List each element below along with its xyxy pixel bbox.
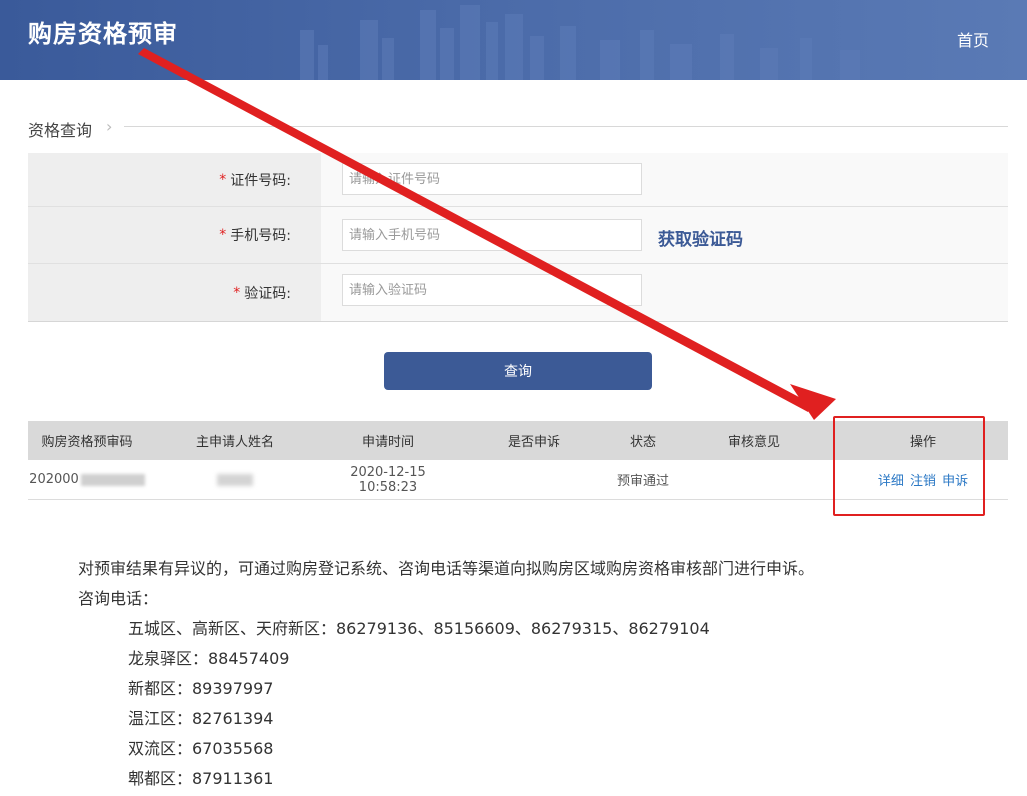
redacted-name xyxy=(217,473,253,486)
cell-name xyxy=(146,460,324,500)
phone-line: 双流区：67035568 xyxy=(128,739,274,758)
col-header-code: 购房资格预审码 xyxy=(28,421,146,460)
phone-line: 五城区、高新区、天府新区：86279136、85156609、86279315、… xyxy=(128,619,710,638)
phone-input[interactable] xyxy=(342,219,642,251)
form-row-code: * 验证码: xyxy=(28,263,1008,321)
section-title: 资格查询 xyxy=(28,121,93,140)
cell-code: 202000 xyxy=(28,460,146,500)
id-number-label-text: 证件号码: xyxy=(230,172,291,189)
col-header-status: 状态 xyxy=(616,421,670,460)
query-form: * 证件号码: * 手机号码: 获取验证码 * 验证码: xyxy=(28,153,1008,322)
cell-time: 2020-12-15 10:58:23 xyxy=(324,460,452,500)
phone-line: 温江区：82761394 xyxy=(128,709,274,728)
phone-line: 新都区：89397997 xyxy=(128,679,274,698)
cell-appeal xyxy=(452,460,616,500)
verification-code-cell xyxy=(321,264,1008,321)
required-mark: * xyxy=(219,171,227,188)
col-header-name: 主申请人姓名 xyxy=(146,421,324,460)
id-number-label: * 证件号码: xyxy=(28,153,321,206)
verification-code-label: * 验证码: xyxy=(28,264,321,321)
col-header-opinion: 审核意见 xyxy=(670,421,838,460)
phone-label: * 手机号码: xyxy=(28,207,321,263)
get-verification-code-button[interactable]: 获取验证码 xyxy=(658,225,743,250)
annotation-highlight-box xyxy=(833,416,985,516)
form-row-id: * 证件号码: xyxy=(28,153,1008,206)
code-prefix: 202000 xyxy=(29,472,79,487)
col-header-time: 申请时间 xyxy=(324,421,452,460)
id-number-input[interactable] xyxy=(342,163,642,195)
notice-block: 对预审结果有异议的，可通过购房登记系统、咨询电话等渠道向拟购房区域购房资格审核部… xyxy=(78,554,814,794)
section-divider xyxy=(124,126,1008,127)
verification-code-label-text: 验证码: xyxy=(244,285,291,302)
required-mark: * xyxy=(233,284,241,301)
chevron-right-icon: › xyxy=(106,117,113,136)
notice-phone-title: 咨询电话： xyxy=(78,589,159,608)
verification-code-input[interactable] xyxy=(342,274,642,306)
notice-intro: 对预审结果有异议的，可通过购房登记系统、咨询电话等渠道向拟购房区域购房资格审核部… xyxy=(78,559,815,578)
phone-line: 郫都区：87911361 xyxy=(128,769,274,788)
cell-status: 预审通过 xyxy=(616,460,670,500)
phone-cell: 获取验证码 xyxy=(321,207,1008,263)
id-number-cell xyxy=(321,153,1008,206)
col-header-appeal: 是否申诉 xyxy=(452,421,616,460)
home-link[interactable]: 首页 xyxy=(957,27,989,51)
section-header: 资格查询 › xyxy=(28,117,1008,140)
phone-label-text: 手机号码: xyxy=(230,228,291,244)
redacted-code xyxy=(80,473,145,486)
required-mark: * xyxy=(219,227,227,243)
form-row-phone: * 手机号码: 获取验证码 xyxy=(28,206,1008,263)
site-header: 购房资格预审 首页 xyxy=(0,0,1027,80)
phone-line: 龙泉驿区：88457409 xyxy=(128,649,290,668)
cell-opinion xyxy=(670,460,838,500)
query-button[interactable]: 查询 xyxy=(384,352,652,390)
site-title: 购房资格预审 xyxy=(28,20,178,48)
